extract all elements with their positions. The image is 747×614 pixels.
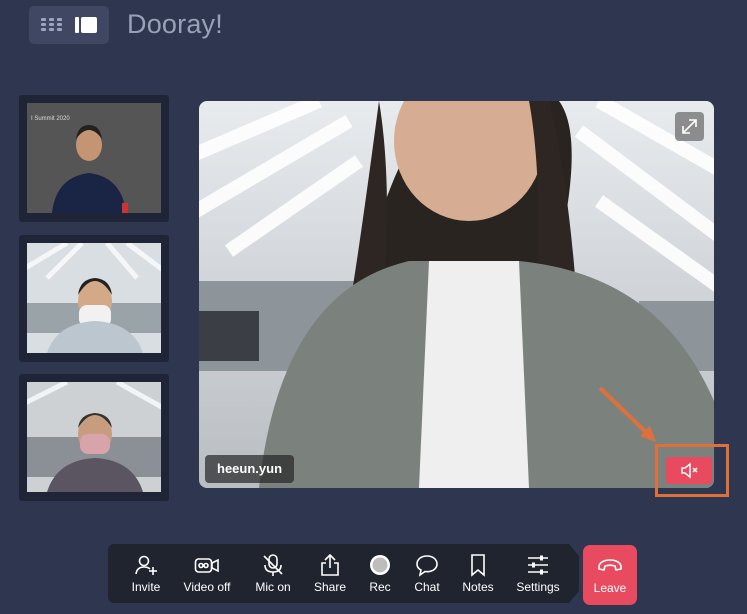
layout-switcher — [29, 6, 109, 44]
sliders-icon — [528, 555, 548, 575]
notes-button[interactable]: Notes — [460, 544, 496, 603]
participant-video — [27, 382, 161, 492]
speaker-view-icon[interactable] — [75, 17, 97, 33]
thumbnail-overlay-text: I Summit 2020 — [31, 116, 70, 122]
participant-video: I Summit 2020 — [27, 103, 161, 213]
video-off-button[interactable]: Video off — [180, 544, 234, 603]
chat-icon — [416, 555, 438, 577]
leave-button[interactable]: Leave — [583, 545, 637, 605]
record-button[interactable]: Rec — [365, 544, 395, 603]
participant-name-tag: heeun.yun — [205, 455, 295, 483]
mic-on-button[interactable]: Mic on — [252, 544, 294, 603]
call-toolbar: Invite Video off Mic on Share Rec Chat N… — [108, 544, 570, 603]
expand-icon[interactable] — [675, 112, 704, 141]
app-logo: Dooray! — [127, 9, 223, 39]
share-icon — [321, 553, 339, 576]
participant-thumbnail-2[interactable] — [19, 235, 169, 362]
add-user-icon — [135, 555, 157, 575]
participant-video — [27, 243, 161, 353]
settings-button[interactable]: Settings — [516, 544, 560, 603]
participant-thumbnail-3[interactable] — [19, 374, 169, 501]
hang-up-icon — [598, 559, 622, 571]
record-icon — [370, 555, 390, 575]
annotation-arrow-icon — [598, 386, 656, 442]
bookmark-icon — [471, 554, 485, 577]
toolbar-notch — [565, 544, 579, 603]
chat-button[interactable]: Chat — [411, 544, 443, 603]
share-button[interactable]: Share — [313, 544, 347, 603]
invite-button[interactable]: Invite — [128, 544, 164, 603]
camera-icon — [194, 558, 219, 573]
mic-off-icon — [263, 554, 283, 576]
grid-view-icon[interactable] — [41, 18, 63, 32]
participant-thumbnail-1[interactable]: I Summit 2020 — [19, 95, 169, 222]
highlight-annotation — [655, 444, 729, 497]
